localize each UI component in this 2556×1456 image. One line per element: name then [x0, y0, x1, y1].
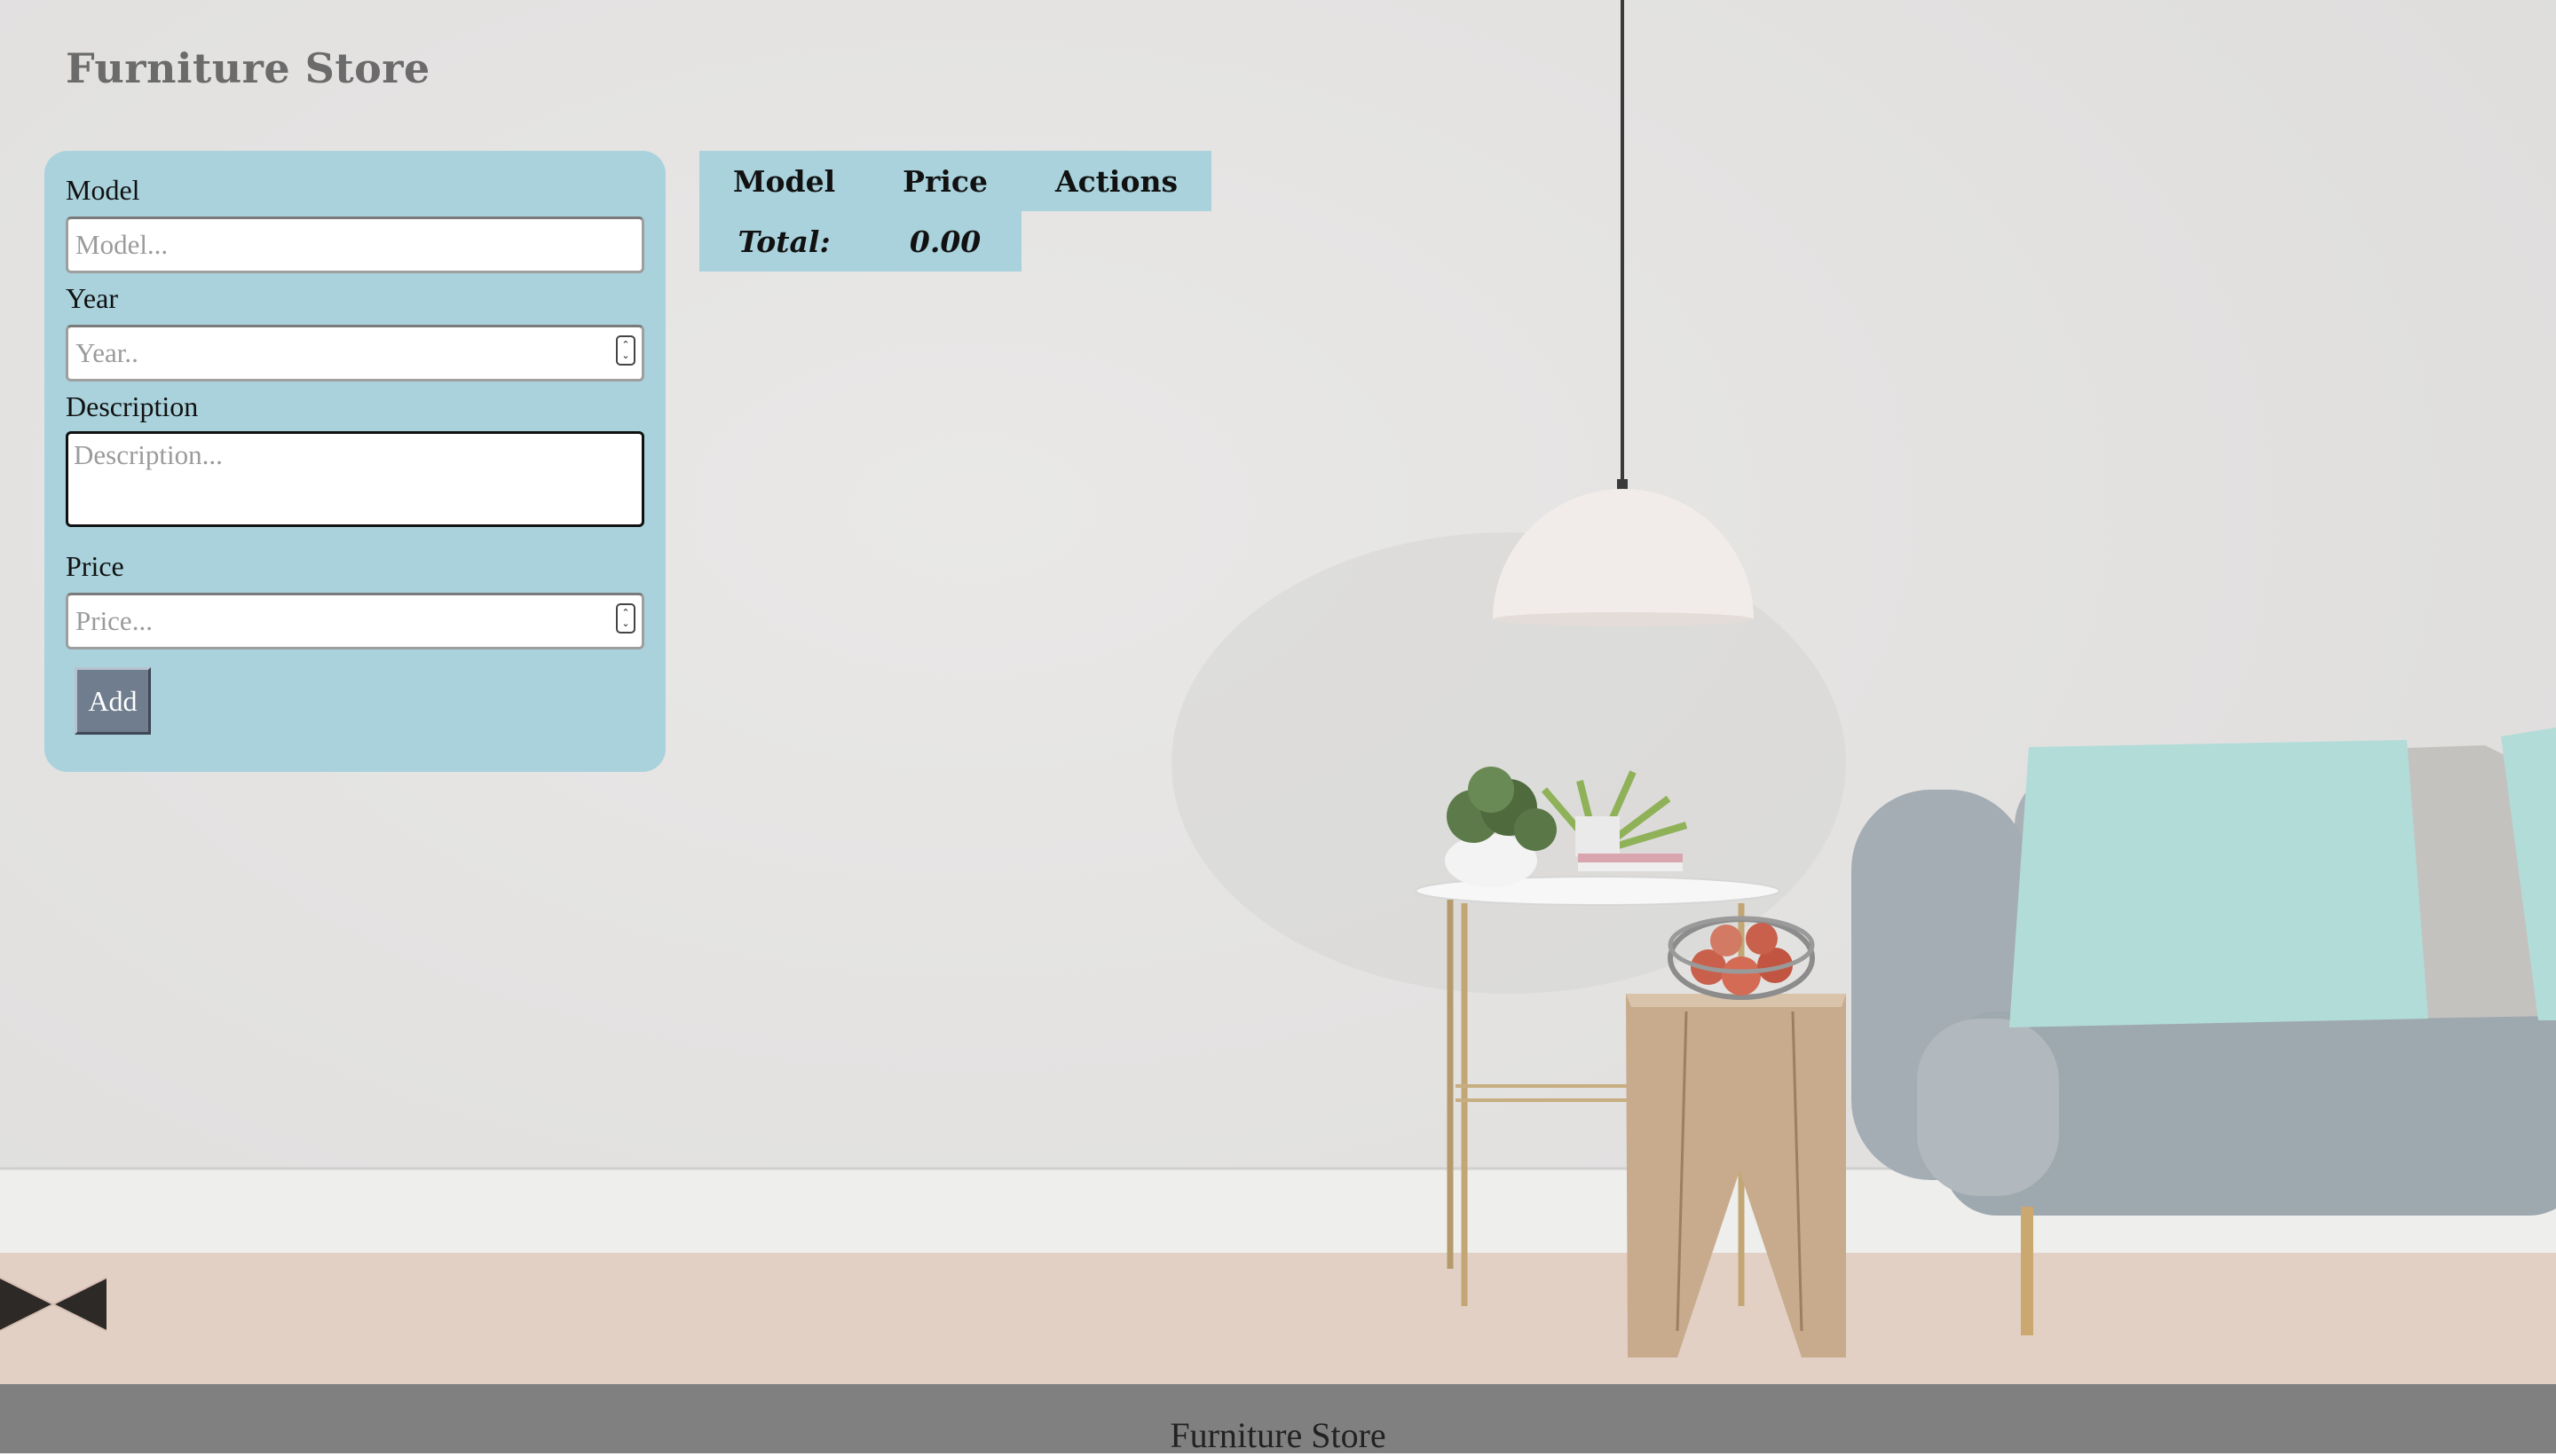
- chevron-down-icon[interactable]: ⌄: [621, 350, 629, 361]
- footer: Furniture Store: [0, 1384, 2556, 1455]
- year-stepper-icon[interactable]: ⌃ ⌄: [616, 335, 635, 366]
- total-label: Total:: [699, 211, 870, 272]
- column-header-price: Price: [869, 151, 1022, 211]
- model-label: Model: [66, 174, 140, 206]
- table-header-row: Model Price Actions: [699, 151, 1212, 211]
- add-button[interactable]: Add: [75, 667, 151, 735]
- total-row: Total: 0.00: [699, 211, 1211, 272]
- year-label: Year: [66, 282, 118, 314]
- total-empty-cell: [1022, 211, 1211, 272]
- total-value: 0.00: [869, 211, 1022, 272]
- chevron-down-icon[interactable]: ⌄: [621, 618, 629, 629]
- year-input[interactable]: [66, 325, 644, 382]
- column-header-actions: Actions: [1021, 151, 1212, 211]
- price-stepper-icon[interactable]: ⌃ ⌄: [616, 603, 635, 634]
- pendant-lamp-icon: [1493, 0, 1754, 626]
- year-field: ⌃ ⌄: [66, 325, 644, 382]
- model-input[interactable]: [66, 216, 644, 273]
- page-title: Furniture Store: [66, 44, 430, 92]
- products-table: Model Price Actions Total: 0.00: [699, 151, 1212, 272]
- price-input[interactable]: [66, 593, 644, 649]
- description-textarea[interactable]: [66, 431, 644, 527]
- description-label: Description: [66, 390, 199, 422]
- add-product-form: Model Year ⌃ ⌄ Description Price ⌃ ⌄ Add: [44, 151, 666, 772]
- pillow-icon: [2009, 728, 2556, 1027]
- footer-text: Furniture Store: [1170, 1414, 1386, 1455]
- price-field: ⌃ ⌄: [66, 593, 644, 649]
- column-header-model: Model: [699, 151, 870, 211]
- price-label: Price: [66, 550, 124, 582]
